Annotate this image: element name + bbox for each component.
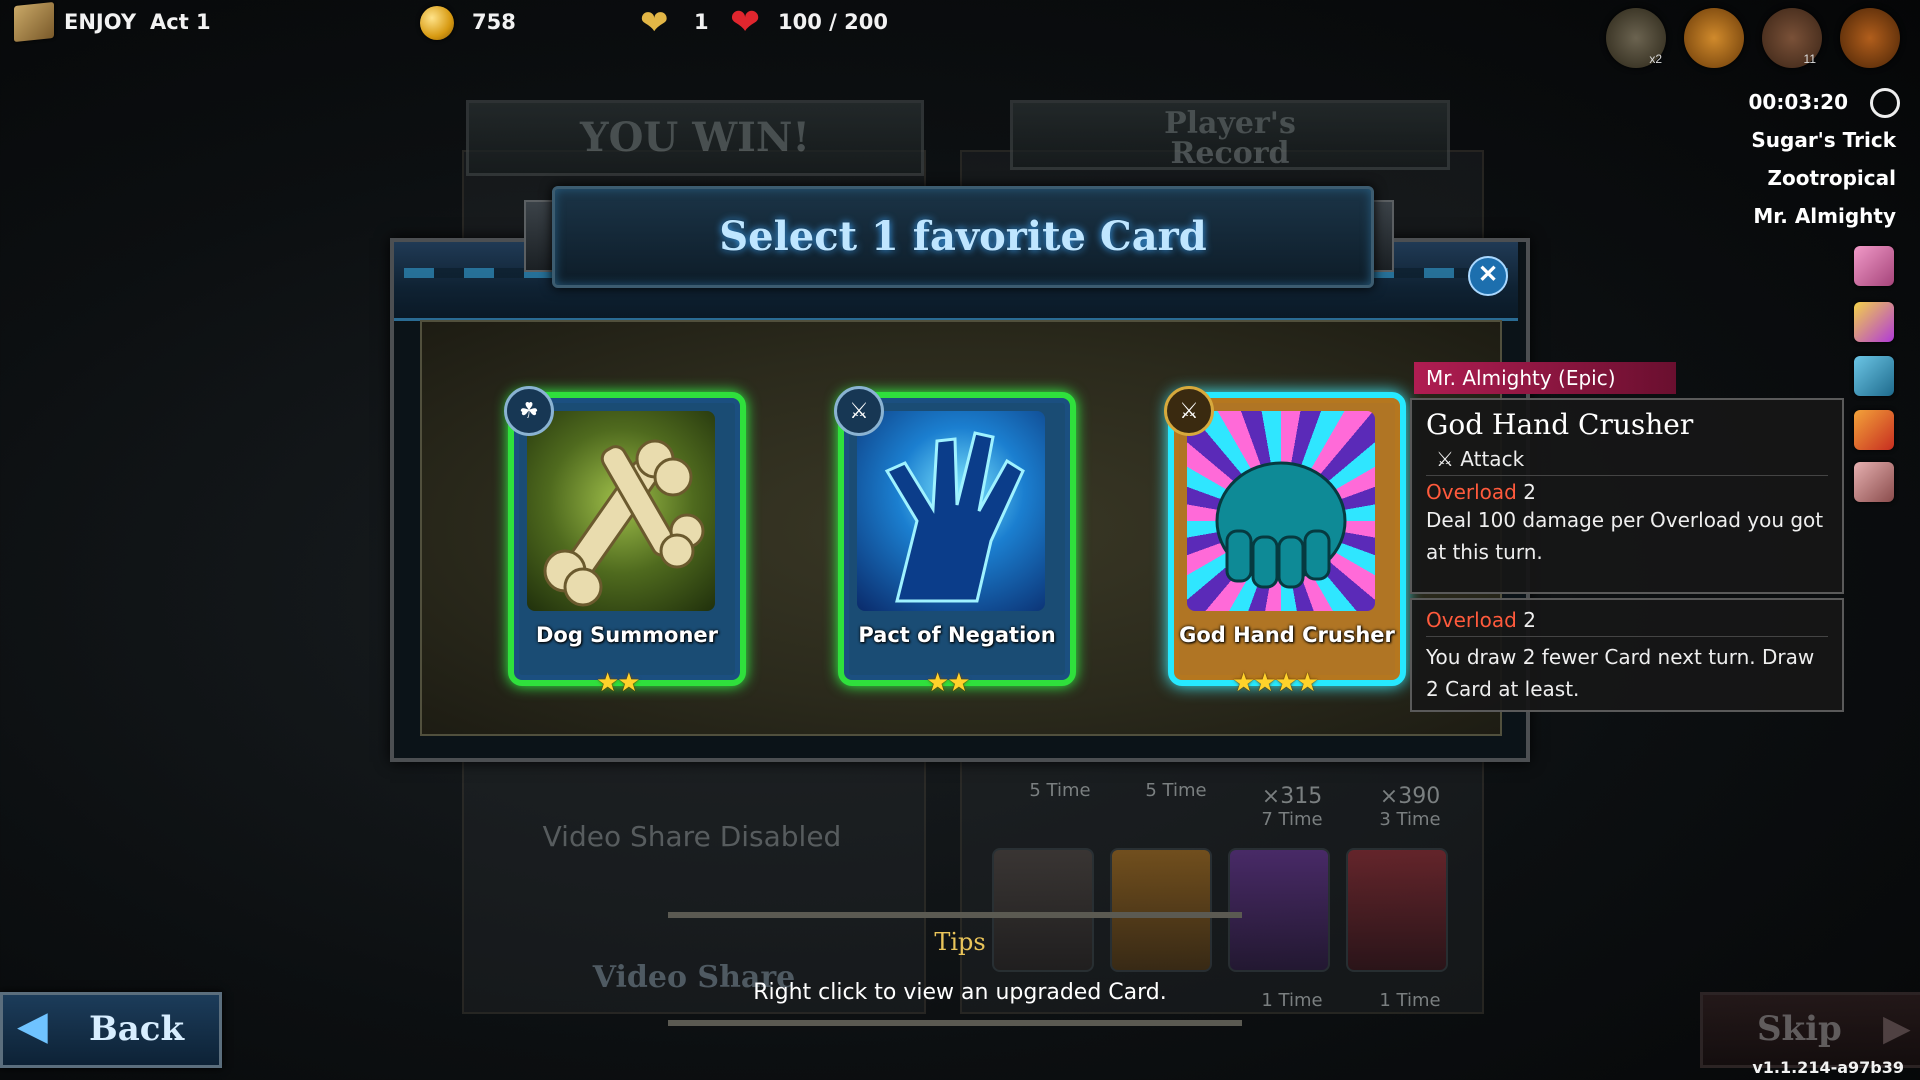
card-dog-summoner[interactable]: Dog Summoner ☘ xyxy=(504,386,746,686)
card-name: God Hand Crusher xyxy=(1179,623,1395,647)
dialog-title-plate: Select 1 favorite Card xyxy=(552,186,1374,288)
hp-heart-icon: ❤ xyxy=(730,1,761,42)
card-tooltip: God Hand Crusher ⚔ Attack Overload 2 Dea… xyxy=(1410,398,1844,594)
divider xyxy=(1426,636,1828,637)
keyword-title: Overload 2 xyxy=(1426,608,1536,632)
deck-pile-icon[interactable]: 11 xyxy=(1762,8,1822,68)
card-rarity-stars: ★★ xyxy=(926,667,971,697)
sword-icon: ⚔ xyxy=(834,386,884,436)
compass-icon[interactable] xyxy=(1684,8,1744,68)
meat-relic-icon[interactable] xyxy=(1854,462,1894,502)
effect-sugars-trick[interactable]: Sugar's Trick xyxy=(1751,128,1896,152)
hp-value: 100 / 200 xyxy=(778,10,888,34)
card-rarity-stars: ★★★★ xyxy=(1232,667,1319,697)
close-button[interactable]: ✕ xyxy=(1468,256,1508,296)
tips-divider-top xyxy=(668,912,1242,918)
axe-relic-icon[interactable]: x2 xyxy=(1606,8,1666,68)
tooltip-effect-text: Deal 100 damage per Overload you got at … xyxy=(1426,508,1824,564)
card-rarity-stars: ★★ xyxy=(596,667,641,697)
card-pact-of-negation[interactable]: Pact of Negation ⚔ xyxy=(834,386,1076,686)
card-name: Pact of Negation xyxy=(858,623,1056,647)
tooltip-type: ⚔ Attack xyxy=(1436,447,1525,471)
record-stat: 5 Time xyxy=(1145,780,1207,801)
gold-count: 758 xyxy=(472,10,516,34)
map-relic-icon[interactable] xyxy=(1854,356,1894,396)
win-banner: YOU WIN! xyxy=(466,100,924,176)
effect-zootropical[interactable]: Zootropical xyxy=(1767,166,1896,190)
version-label: v1.1.214-a97b39 xyxy=(1752,1058,1904,1077)
paw-icon: ☘ xyxy=(504,386,554,436)
tips-label: Tips xyxy=(934,928,986,956)
record-stat: ⨯315 7 Time xyxy=(1261,784,1323,830)
act-label: Act 1 xyxy=(150,10,211,34)
tooltip-effect-keyword: Overload 2 xyxy=(1426,480,1536,504)
record-stat: 5 Time xyxy=(1029,780,1091,801)
run-timer: 00:03:20 xyxy=(1748,90,1849,114)
game-name: ENJOY xyxy=(64,10,137,34)
effect-mr-almighty[interactable]: Mr. Almighty xyxy=(1753,204,1896,228)
record-banner: Player's Record xyxy=(1010,100,1450,170)
gold-coin-icon xyxy=(420,6,454,40)
video-share-disabled: Video Share Disabled xyxy=(542,820,842,853)
card-art xyxy=(1187,411,1375,611)
glowing-hand-icon xyxy=(884,431,1025,603)
keyword-tooltip: Overload 2 You draw 2 fewer Card next tu… xyxy=(1410,598,1844,712)
lives-count: 1 xyxy=(694,10,709,34)
bone-icon xyxy=(543,439,705,607)
settings-gear-icon[interactable] xyxy=(1840,8,1900,68)
tips-divider-bottom xyxy=(668,1020,1242,1026)
back-button[interactable]: ◀ Back xyxy=(0,992,222,1068)
card-art xyxy=(527,411,715,611)
card-origin-tag: Mr. Almighty (Epic) xyxy=(1414,362,1676,394)
pink-book-relic-icon[interactable] xyxy=(1854,246,1894,286)
dialog-title: Select 1 favorite Card xyxy=(719,213,1207,260)
card-god-hand-crusher[interactable]: God Hand Crusher ⚔ xyxy=(1164,386,1406,686)
gold-heart-icon: ❤ xyxy=(640,4,669,42)
sword-icon: ⚔ xyxy=(1164,386,1214,436)
sword-icon: ⚔ xyxy=(1436,447,1454,471)
gem-relic-icon[interactable] xyxy=(1854,302,1894,342)
record-stat: ⨯390 3 Time xyxy=(1379,784,1441,830)
deck-book-icon[interactable] xyxy=(14,1,54,43)
card-art xyxy=(857,411,1045,611)
card-name: Dog Summoner xyxy=(535,623,719,647)
skip-arrow-icon: ▶ xyxy=(1883,1007,1911,1048)
divider xyxy=(1426,475,1828,476)
fist-icon xyxy=(1215,461,1347,589)
crown-relic-icon[interactable] xyxy=(1854,410,1894,450)
tips-text: Right click to view an upgraded Card. xyxy=(753,980,1167,1005)
clock-icon xyxy=(1870,88,1900,118)
back-arrow-icon: ◀ xyxy=(17,1004,48,1048)
tooltip-title: God Hand Crusher xyxy=(1426,408,1694,441)
keyword-text: You draw 2 fewer Card next turn. Draw 2 … xyxy=(1426,645,1815,701)
skip-button[interactable]: Skip ▶ xyxy=(1700,992,1920,1068)
